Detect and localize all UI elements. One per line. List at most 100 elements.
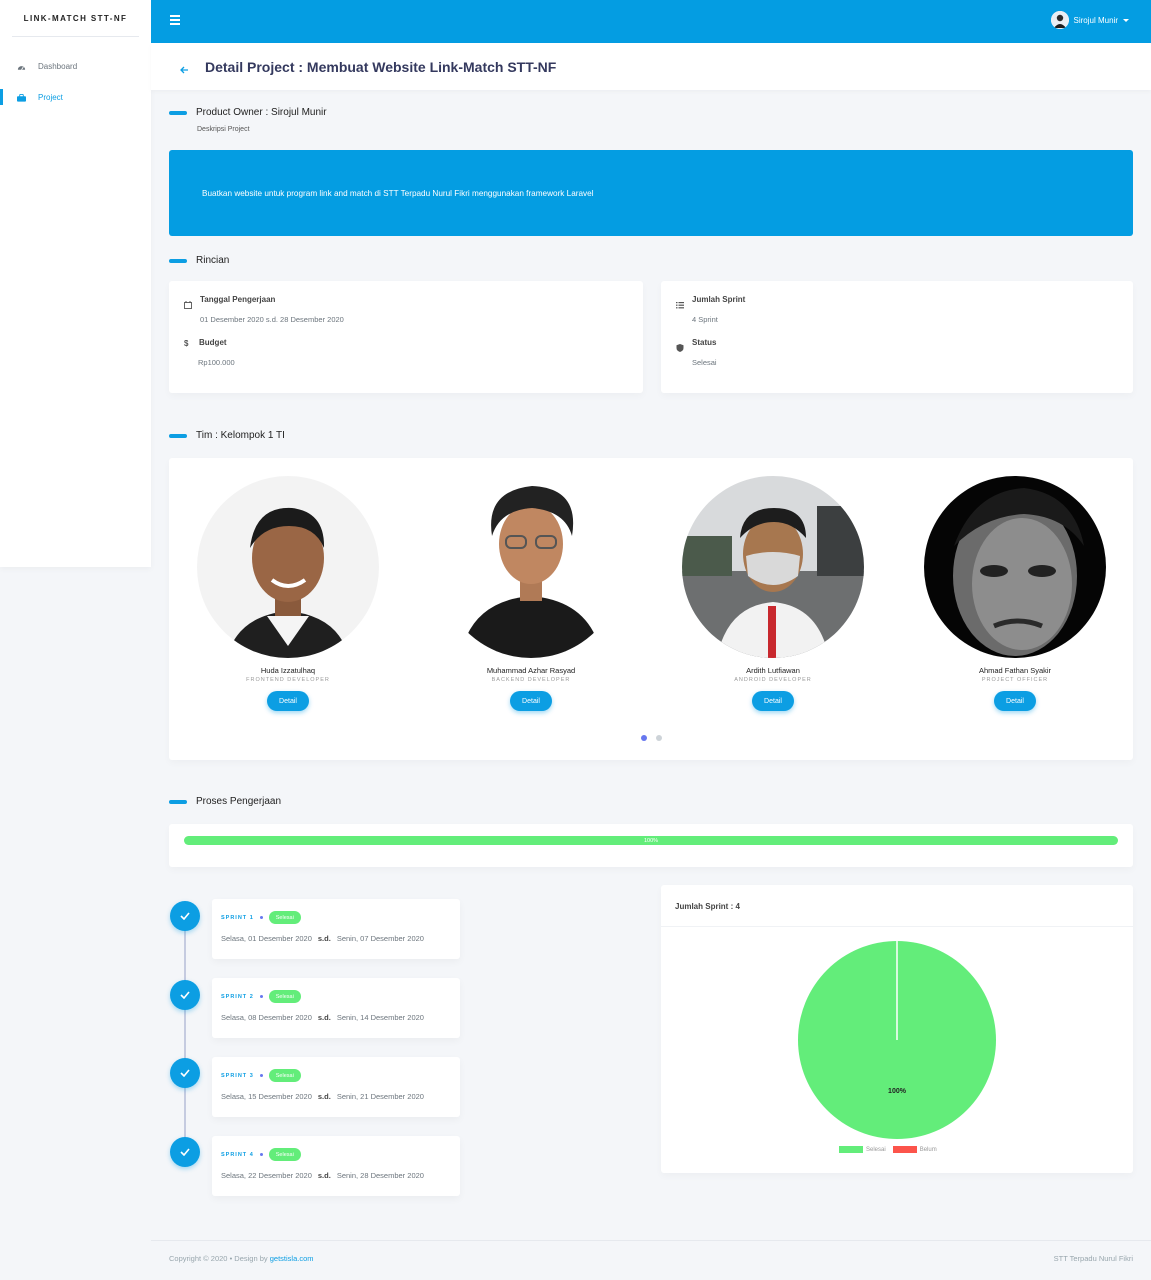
- legend-label: Belum: [919, 1146, 937, 1153]
- sidebar-menu: Dashboard Project: [0, 51, 151, 113]
- status-badge: Selesai: [268, 990, 301, 1003]
- progress-card: [169, 824, 1133, 867]
- page-title: Detail Project : Membuat Website Link-Ma…: [205, 58, 557, 75]
- chart-legend: Selesai Belum: [839, 1146, 944, 1153]
- sprint-dates: Selasa, 22 Desember 2020 s.d. Senin, 28 De…: [221, 1171, 424, 1180]
- carousel-dot[interactable]: [656, 735, 662, 741]
- sprint-value: 4 Sprint: [692, 315, 718, 324]
- status-badge: Selesai: [268, 1148, 301, 1161]
- description-box: Buatkan website untuk program link and m…: [169, 150, 1133, 236]
- owner-heading: Product Owner : Sirojul Munir: [169, 107, 327, 118]
- design-by-text: Design by: [234, 1254, 268, 1263]
- sprint-card: SPRINT 3 Selesai Selasa, 15 Desember 202…: [212, 1057, 460, 1117]
- user-dropdown[interactable]: Sirojul Munir: [1050, 11, 1129, 29]
- sprint-label: Jumlah Sprint: [692, 295, 746, 304]
- brand-logo[interactable]: LINK-MATCH STT-NF: [12, 0, 139, 37]
- member-detail-button[interactable]: Detail: [510, 691, 552, 711]
- carousel-dot[interactable]: [641, 735, 647, 741]
- member-photo: [924, 476, 1106, 658]
- pie-chart: 100%: [798, 941, 996, 1139]
- team-title: Tim : Kelompok 1 TI: [196, 430, 285, 441]
- avatar: [1050, 11, 1069, 29]
- description-subtitle: Deskripsi Project: [197, 126, 250, 133]
- footer: Copyright © 2020 • Design by getstisla.c…: [151, 1240, 1151, 1280]
- menu-toggle-icon[interactable]: [170, 15, 180, 27]
- footer-link[interactable]: getstisla.com: [270, 1254, 314, 1263]
- member-name: Ahmad Fathan Syakir: [978, 666, 1052, 675]
- legend-label: Selesai: [866, 1146, 886, 1153]
- sidebar-item-project[interactable]: Project: [0, 82, 151, 113]
- check-icon: [170, 1058, 200, 1088]
- copyright-text: Copyright © 2020: [169, 1254, 228, 1263]
- member-name: Ardith Lutfiawan: [746, 666, 800, 675]
- sprint-link[interactable]: SPRINT 3: [221, 1073, 254, 1079]
- member-detail-button[interactable]: Detail: [267, 691, 309, 711]
- status-badge: Selesai: [268, 911, 301, 924]
- sprint-card: SPRINT 2 Selesai Selasa, 08 Desember 202…: [212, 978, 460, 1038]
- section-header: Detail Project : Membuat Website Link-Ma…: [151, 43, 1151, 90]
- sprint-card: SPRINT 1 Selesai Selasa, 01 Desember 202…: [212, 899, 460, 959]
- progress-fill: 100%: [184, 836, 1118, 845]
- sprint-link[interactable]: SPRINT 1: [221, 915, 254, 921]
- description-text: Buatkan website untuk program link and m…: [202, 188, 594, 198]
- back-arrow-icon[interactable]: [179, 62, 189, 73]
- sprint-link[interactable]: SPRINT 4: [221, 1152, 254, 1158]
- member-role: ANDROID DEVELOPER: [734, 677, 812, 683]
- sidebar-item-label: Project: [38, 93, 63, 102]
- member-role: BACKEND DEVELOPER: [491, 677, 571, 683]
- calendar-icon: [184, 296, 193, 309]
- sprint-dates: Selasa, 01 Desember 2020 s.d. Senin, 07 De…: [221, 934, 424, 943]
- budget-label: Budget: [199, 338, 227, 347]
- member-name: Muhammad Azhar Rasyad: [486, 666, 576, 675]
- member-card: Ahmad Fathan Syakir PROJECT OFFICER Deta…: [924, 476, 1106, 711]
- member-card: Huda Izzatulhaq FRONTEND DEVELOPER Detai…: [197, 476, 379, 711]
- legend-swatch: [892, 1146, 917, 1153]
- sprint-dates: Selasa, 08 Desember 2020 s.d. Senin, 14 De…: [221, 1013, 424, 1022]
- legend-swatch: [839, 1146, 863, 1153]
- pie-data-label: 100%: [888, 1088, 907, 1095]
- dashboard-icon: [17, 62, 26, 71]
- progress-bar: 100%: [184, 836, 1118, 845]
- chevron-down-icon: [1123, 18, 1129, 22]
- budget-value: Rp100.000: [198, 358, 235, 367]
- legend-item-belum[interactable]: Belum: [892, 1146, 937, 1153]
- timeline-line: [184, 916, 186, 1152]
- budget-row: $ Budget: [184, 338, 227, 348]
- member-detail-button[interactable]: Detail: [752, 691, 794, 711]
- member-card: Ardith Lutfiawan ANDROID DEVELOPER Detai…: [682, 476, 864, 711]
- member-photo: [440, 476, 622, 658]
- tanggal-row: Tanggal Pengerjaan: [184, 295, 276, 309]
- dollar-icon: $: [184, 339, 189, 348]
- owner-title: Product Owner : Sirojul Munir: [196, 107, 327, 118]
- progress-title: Proses Pengerjaan: [196, 796, 282, 807]
- shield-icon: [676, 339, 685, 352]
- sidebar: LINK-MATCH STT-NF Dashboard Project: [0, 0, 151, 567]
- member-role: PROJECT OFFICER: [981, 677, 1049, 683]
- user-name: Sirojul Munir: [1073, 15, 1118, 25]
- sprint-link[interactable]: SPRINT 2: [221, 994, 254, 1000]
- rincian-heading: Rincian: [169, 255, 229, 266]
- status-row: Status: [676, 338, 717, 352]
- sprint-dates: Selasa, 15 Desember 2020 s.d. Senin, 21 De…: [221, 1092, 424, 1101]
- briefcase-icon: [17, 93, 26, 102]
- member-photo: [682, 476, 864, 658]
- member-card: Muhammad Azhar Rasyad BACKEND DEVELOPER …: [440, 476, 622, 711]
- tanggal-value: 01 Desember 2020 s.d. 28 Desember 2020: [200, 315, 344, 324]
- legend-item-selesai[interactable]: Selesai: [839, 1146, 886, 1153]
- status-badge: Selesai: [268, 1069, 301, 1082]
- topbar: Sirojul Munir: [151, 0, 1151, 43]
- sidebar-item-dashboard[interactable]: Dashboard: [0, 51, 151, 82]
- rincian-title: Rincian: [196, 255, 230, 266]
- member-detail-button[interactable]: Detail: [994, 691, 1036, 711]
- sprint-row: Jumlah Sprint: [676, 295, 746, 309]
- status-value: Selesai: [692, 358, 717, 367]
- list-icon: [676, 296, 685, 309]
- carousel-indicators: [641, 735, 671, 741]
- check-icon: [170, 1137, 200, 1167]
- sprint-chart-card: Jumlah Sprint : 4 100% Selesai Belum: [661, 885, 1133, 1173]
- tanggal-label: Tanggal Pengerjaan: [200, 295, 276, 304]
- status-label: Status: [692, 338, 717, 347]
- check-icon: [170, 980, 200, 1010]
- member-name: Huda Izzatulhaq: [260, 666, 316, 675]
- footer-right-text: STT Terpadu Nurul Fikri: [1053, 1254, 1133, 1263]
